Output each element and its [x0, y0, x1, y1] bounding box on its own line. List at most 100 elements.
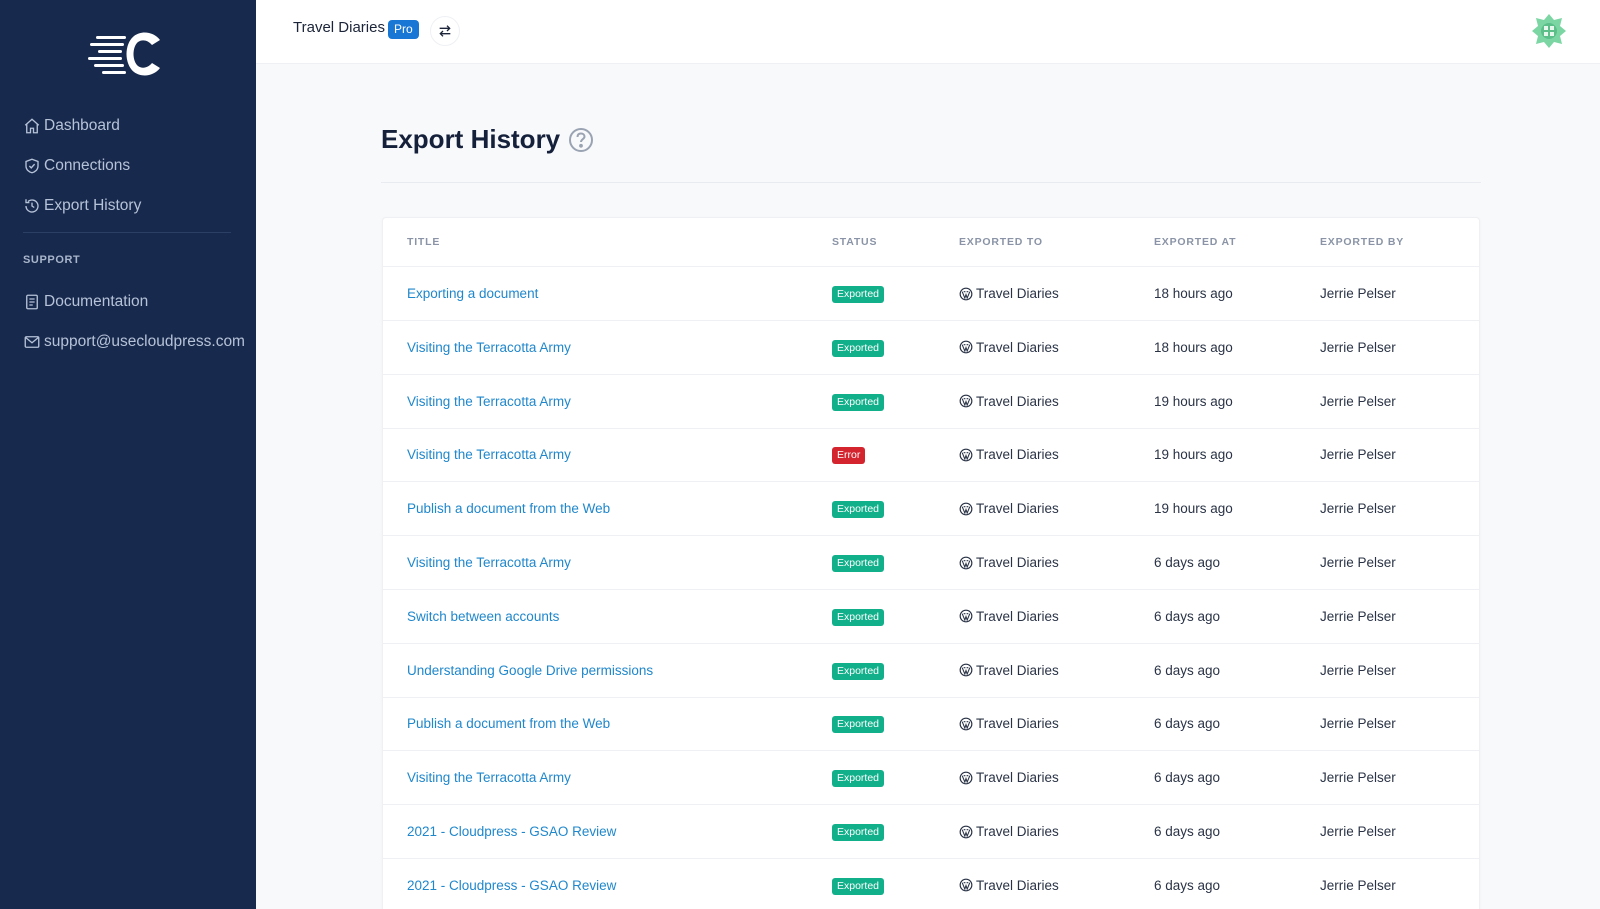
exported-at-cell: 18 hours ago: [1154, 286, 1233, 301]
wordpress-icon: [959, 717, 973, 731]
top-bar: Travel Diaries Pro: [256, 0, 1600, 64]
cloudpress-logo[interactable]: [88, 28, 168, 80]
column-header-title: TITLE: [407, 236, 441, 248]
exported-to-cell: Travel Diaries: [959, 609, 1059, 624]
home-icon: [24, 118, 40, 134]
exported-by-cell: Jerrie Pelser: [1320, 555, 1396, 570]
help-circle-icon[interactable]: [568, 127, 594, 153]
nav-item-export-history[interactable]: Export History: [23, 186, 243, 226]
row-title-link[interactable]: Switch between accounts: [407, 609, 559, 624]
row-title-link[interactable]: 2021 - Cloudpress - GSAO Review: [407, 824, 616, 839]
current-site-name[interactable]: Travel Diaries: [293, 19, 385, 36]
exported-at-cell: 18 hours ago: [1154, 339, 1233, 355]
sidebar: Dashboard Connections Export History SUP…: [0, 0, 256, 909]
exported-to-label: Travel Diaries: [976, 877, 1059, 893]
exported-by-cell: Jerrie Pelser: [1320, 501, 1396, 517]
exported-to-cell: Travel Diaries: [959, 824, 1059, 839]
nav-label: Dashboard: [44, 117, 120, 134]
table-row: Exporting a document Exported Travel Diari…: [383, 267, 1479, 321]
status-badge: Exported: [832, 555, 885, 572]
mail-icon: [24, 336, 40, 348]
wordpress-icon: [959, 287, 973, 300]
exported-by-cell: Jerrie Pelser: [1320, 447, 1396, 463]
exported-by-cell: Jerrie Pelser: [1320, 608, 1396, 624]
exported-to-label: Travel Diaries: [976, 662, 1059, 678]
exported-to-cell: Travel Diaries: [959, 663, 1059, 678]
row-title-link[interactable]: Visiting the Terracotta Army: [407, 394, 571, 409]
nav-item-connections[interactable]: Connections: [23, 146, 243, 186]
exported-at-cell: 6 days ago: [1154, 824, 1221, 839]
page-title: Export History: [381, 124, 594, 155]
wordpress-icon: [959, 556, 973, 569]
exported-to-label: Travel Diaries: [976, 501, 1059, 517]
exported-to-label: Travel Diaries: [976, 770, 1059, 786]
nav-item-documentation[interactable]: Documentation: [23, 282, 255, 322]
column-header-exported-to: EXPORTED TO: [959, 236, 1043, 248]
exported-to-label: Travel Diaries: [976, 824, 1059, 839]
status-badge: Exported: [832, 770, 885, 788]
wordpress-icon: [959, 663, 973, 677]
row-title-link[interactable]: Visiting the Terracotta Army: [407, 555, 571, 570]
status-badge: Exported: [832, 393, 885, 411]
status-badge: Exported: [832, 286, 885, 303]
wordpress-icon: [959, 448, 973, 462]
nav-label: Export History: [44, 197, 142, 214]
exported-by-cell: Jerrie Pelser: [1320, 770, 1396, 786]
main-nav: Dashboard Connections Export History: [23, 106, 243, 226]
switch-account-button[interactable]: [430, 16, 460, 46]
export-history-table: TITLE STATUS EXPORTED TO EXPORTED AT EXP…: [382, 217, 1480, 909]
exported-at-cell: 6 days ago: [1154, 877, 1221, 893]
exported-to-cell: Travel Diaries: [959, 716, 1059, 731]
table-row: Understanding Google Drive permissions Ex…: [383, 644, 1479, 698]
exported-to-cell: Travel Diaries: [959, 770, 1059, 785]
shield-icon: [25, 158, 39, 174]
support-section-label: SUPPORT: [23, 254, 81, 266]
exported-at-cell: 19 hours ago: [1154, 393, 1233, 409]
column-header-status: STATUS: [832, 236, 878, 248]
table-row: Visiting the Terracotta Army Exported Trav…: [383, 375, 1479, 429]
exported-to-cell: Travel Diaries: [959, 878, 1059, 893]
table-row: Switch between accounts Exported Travel Di…: [383, 590, 1479, 644]
exported-at-cell: 19 hours ago: [1154, 501, 1233, 517]
table-header: TITLE STATUS EXPORTED TO EXPORTED AT EXP…: [383, 218, 1479, 267]
exported-by-cell: Jerrie Pelser: [1320, 877, 1396, 893]
exported-by-cell: Jerrie Pelser: [1320, 716, 1396, 732]
row-title-link[interactable]: Publish a document from the Web: [407, 501, 610, 516]
exported-to-cell: Travel Diaries: [959, 286, 1059, 301]
row-title-link[interactable]: Publish a document from the Web: [407, 716, 610, 731]
nav-label: Documentation: [44, 293, 149, 310]
row-title-link[interactable]: Exporting a document: [407, 286, 538, 301]
table-row: 2021 - Cloudpress - GSAO Review Exported T…: [383, 805, 1479, 859]
status-badge: Exported: [832, 877, 885, 895]
row-title-link[interactable]: Visiting the Terracotta Army: [407, 770, 571, 785]
row-title-link[interactable]: Visiting the Terracotta Army: [407, 447, 571, 462]
table-row: Publish a document from the Web Exported T…: [383, 697, 1479, 752]
status-badge: Exported: [832, 501, 885, 519]
row-title-link[interactable]: 2021 - Cloudpress - GSAO Review: [407, 878, 616, 893]
table-row: Visiting the Terracotta Army Exported Trav…: [383, 321, 1479, 375]
exported-at-cell: 6 days ago: [1154, 662, 1221, 678]
swap-arrows-icon: [439, 25, 451, 37]
status-badge: Exported: [832, 716, 885, 734]
exported-to-cell: Travel Diaries: [959, 555, 1059, 570]
wordpress-icon: [959, 394, 973, 408]
user-avatar[interactable]: [1530, 12, 1568, 50]
nav-item-support-email[interactable]: support@usecloudpress.com: [23, 322, 255, 362]
exported-at-cell: 6 days ago: [1154, 608, 1221, 624]
nav-label: support@usecloudpress.com: [44, 333, 245, 350]
wordpress-icon: [959, 609, 973, 623]
status-badge: Exported: [832, 339, 885, 357]
nav-item-dashboard[interactable]: Dashboard: [23, 106, 243, 146]
exported-to-cell: Travel Diaries: [959, 340, 1059, 355]
exported-by-cell: Jerrie Pelser: [1320, 662, 1396, 678]
row-title-link[interactable]: Understanding Google Drive permissions: [407, 663, 653, 678]
exported-to-label: Travel Diaries: [976, 286, 1059, 301]
row-title-link[interactable]: Visiting the Terracotta Army: [407, 340, 571, 355]
status-badge: Exported: [832, 824, 885, 841]
wordpress-icon: [959, 825, 973, 838]
table-row: Visiting the Terracotta Army Exported Trav…: [383, 751, 1479, 806]
exported-at-cell: 19 hours ago: [1154, 447, 1233, 463]
exported-at-cell: 6 days ago: [1154, 770, 1221, 786]
exported-by-cell: Jerrie Pelser: [1320, 393, 1396, 409]
column-header-exported-at: EXPORTED AT: [1154, 236, 1237, 248]
